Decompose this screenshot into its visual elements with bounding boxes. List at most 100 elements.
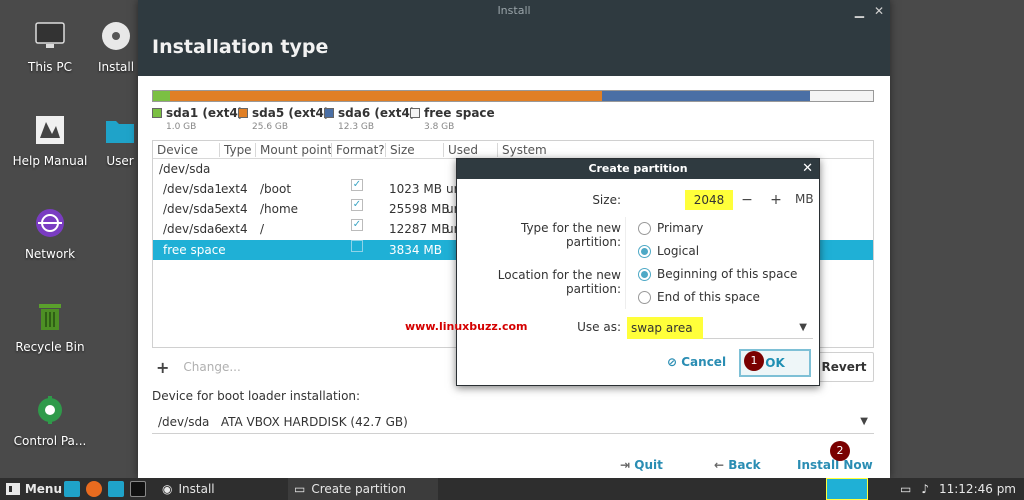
boot-loader-select[interactable]: /dev/sda ATA VBOX HARDDISK (42.7 GB) ▼	[152, 410, 874, 434]
desktop-icon-label: This PC	[28, 60, 72, 74]
column-header-size[interactable]: Size	[385, 143, 415, 157]
cancel-button[interactable]: ⊘ Cancel	[667, 355, 726, 369]
legend-name: sda5 (ext4)	[252, 106, 330, 120]
partition-segment-sda5	[170, 91, 603, 101]
cell-mount: /boot	[260, 182, 292, 196]
quick-launch	[64, 481, 146, 497]
window-title: Install	[497, 4, 531, 17]
partition-location-label: Location for the new partition:	[497, 268, 621, 296]
cell-type: ext4	[221, 222, 248, 236]
legend-swatch	[410, 108, 420, 118]
radio-label: Beginning of this space	[657, 267, 798, 281]
table-header: Device Type Mount point Format? Size Use…	[153, 141, 873, 159]
legend-item-sda1: sda1 (ext4) 1.0 GB	[152, 106, 243, 132]
legend-swatch	[152, 108, 162, 118]
add-partition-button[interactable]: +	[152, 358, 173, 377]
column-header-used[interactable]: Used	[443, 143, 478, 157]
radio-label: Primary	[657, 221, 704, 235]
desktop-icon-label: Recycle Bin	[15, 340, 85, 354]
start-menu-button[interactable]: Menu	[0, 482, 62, 496]
revert-button[interactable]: Revert	[814, 352, 874, 382]
radio-button[interactable]	[638, 268, 651, 281]
menu-label: Menu	[24, 482, 62, 496]
file-manager-icon[interactable]	[108, 481, 124, 497]
format-checkbox[interactable]: ✓	[351, 199, 363, 211]
step-badge-2: 2	[830, 441, 850, 461]
radio-primary[interactable]: Primary	[626, 217, 815, 240]
radio-button[interactable]	[638, 222, 651, 235]
volume-icon[interactable]: ♪	[921, 482, 929, 496]
tray-highlight[interactable]	[826, 478, 868, 500]
screen-icon[interactable]: ▭	[900, 482, 911, 496]
quit-label: Quit	[634, 458, 663, 472]
terminal-icon[interactable]	[130, 481, 146, 497]
radio-button[interactable]	[638, 245, 651, 258]
legend-item-sda6: sda6 (ext4) 12.3 GB	[324, 106, 415, 132]
partition-location-group: Beginning of this space End of this spac…	[625, 263, 815, 309]
radio-end[interactable]: End of this space	[626, 286, 815, 309]
partition-segment-free	[809, 91, 873, 101]
desktop-icon-network[interactable]: Network	[6, 205, 94, 261]
clock[interactable]: 11:12:46 pm	[939, 482, 1016, 496]
chevron-down-icon: ▼	[799, 322, 807, 333]
increase-size-button[interactable]: +	[766, 190, 786, 210]
partition-type-group: Primary Logical	[625, 217, 815, 263]
column-header-type[interactable]: Type	[219, 143, 252, 157]
cell-device: free space	[163, 243, 226, 257]
column-header-system[interactable]: System	[497, 143, 547, 157]
firefox-icon[interactable]	[86, 481, 102, 497]
radio-logical[interactable]: Logical	[626, 240, 815, 263]
column-header-device[interactable]: Device	[153, 143, 198, 157]
radio-beginning[interactable]: Beginning of this space	[626, 263, 815, 286]
desktop-icon-label: User	[106, 154, 134, 168]
map-book-icon	[32, 112, 68, 148]
size-unit: MB	[795, 192, 814, 206]
size-label: Size:	[592, 193, 621, 207]
boot-loader-value: /dev/sda ATA VBOX HARDDISK (42.7 GB)	[158, 415, 408, 429]
partition-segment-sda6	[602, 91, 810, 101]
desktop-icon-label: Network	[24, 247, 76, 261]
format-checkbox[interactable]	[351, 240, 363, 252]
format-checkbox[interactable]: ✓	[351, 219, 363, 231]
partition-segment-sda1	[153, 91, 171, 101]
quit-button[interactable]: ⇥ Quit	[620, 458, 663, 472]
radio-button[interactable]	[638, 291, 651, 304]
size-input[interactable]: 2048	[685, 190, 733, 210]
cell-type: ext4	[221, 202, 248, 216]
decrease-size-button[interactable]: −	[737, 190, 757, 210]
change-partition-button[interactable]: Change...	[183, 360, 240, 374]
close-icon[interactable]: ✕	[874, 0, 884, 22]
format-checkbox[interactable]: ✓	[351, 179, 363, 191]
disc-icon: ◉	[162, 482, 173, 496]
legend-name: sda6 (ext4)	[338, 106, 416, 120]
use-as-select[interactable]: swap area ▼	[627, 317, 813, 339]
minimize-icon[interactable]: ▁	[855, 0, 864, 22]
legend-size: 3.8 GB	[424, 122, 455, 132]
column-header-mount[interactable]: Mount point	[255, 143, 332, 157]
installer-titlebar: Install ▁ ✕	[138, 0, 890, 22]
folder-icon	[102, 112, 138, 148]
legend-swatch	[324, 108, 334, 118]
step-badge-1: 1	[744, 351, 764, 371]
system-tray: ▭ ♪ 11:12:46 pm	[900, 478, 1024, 500]
close-icon[interactable]: ✕	[802, 159, 813, 179]
column-header-format[interactable]: Format?	[331, 143, 385, 157]
task-install[interactable]: ◉ Install	[156, 478, 282, 500]
arrow-left-icon: ←	[714, 458, 725, 472]
disc-icon	[98, 18, 134, 54]
desktop-icon-recycle-bin[interactable]: Recycle Bin	[6, 298, 94, 354]
cell-device: /dev/sda5	[163, 202, 223, 216]
cell-mount: /home	[260, 202, 299, 216]
show-desktop-icon[interactable]	[64, 481, 80, 497]
desktop-icon-control-panel[interactable]: Control Pa...	[6, 392, 94, 448]
menu-logo-icon	[6, 483, 20, 495]
globe-icon	[32, 205, 68, 241]
cell-size: 3834 MB	[389, 243, 442, 257]
create-partition-dialog: Create partition ✕ Size: 2048 − + MB Typ…	[405, 158, 820, 386]
page-title: Installation type	[138, 22, 890, 76]
legend-name: free space	[424, 106, 495, 120]
task-create-partition[interactable]: ▭ Create partition	[288, 478, 438, 500]
use-as-value: swap area	[627, 317, 703, 339]
back-button[interactable]: ← Back	[714, 458, 761, 472]
monitor-icon	[32, 18, 68, 54]
